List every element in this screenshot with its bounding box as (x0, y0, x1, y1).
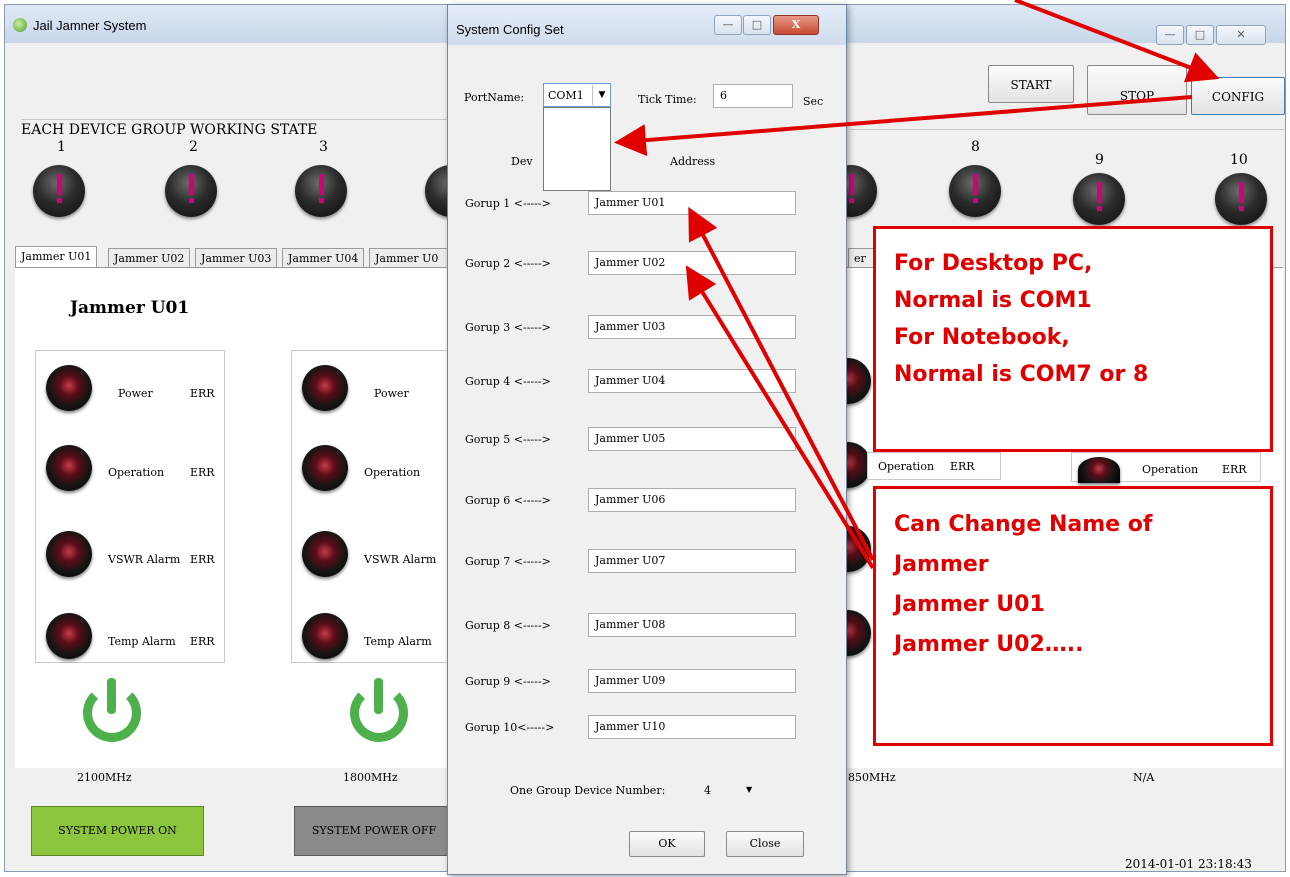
annotation-arrows (614, 0, 1220, 570)
arrow-to-group-2 (685, 265, 875, 570)
arrow-to-config (1014, 0, 1220, 83)
arrow-to-port-list (614, 95, 1193, 157)
arrow-to-group-1 (688, 206, 875, 561)
